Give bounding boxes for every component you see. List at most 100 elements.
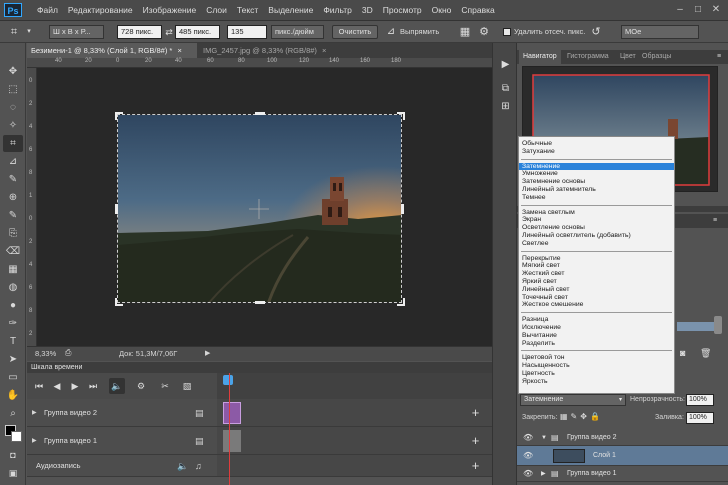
layer-row-group-2[interactable]: 👁 ▼ ▤ Группа видео 2 bbox=[517, 430, 728, 446]
eye-icon[interactable]: 👁 bbox=[523, 466, 533, 482]
swap-icon[interactable]: ⇄ bbox=[163, 24, 175, 40]
lasso-tool-icon[interactable]: ◌ bbox=[3, 99, 23, 116]
tab-color[interactable]: Цвет bbox=[616, 50, 640, 64]
quick-mask-icon[interactable]: ◘ bbox=[3, 447, 23, 464]
menu-type[interactable]: Текст bbox=[232, 0, 263, 21]
track-area-video-1[interactable] bbox=[217, 427, 459, 455]
clone-stamp-tool-icon[interactable]: ✎ bbox=[3, 207, 23, 224]
crop-handle-bottom[interactable] bbox=[255, 301, 265, 304]
properties-icon[interactable]: ⊞ bbox=[497, 99, 514, 115]
add-media-button[interactable]: + bbox=[459, 399, 492, 427]
panel-menu-icon[interactable]: ≡ bbox=[713, 50, 725, 64]
blend-option[interactable]: Мягкий свет bbox=[519, 262, 674, 270]
tab-histogram[interactable]: Гистограмма bbox=[563, 50, 613, 64]
expand-arrow-icon[interactable]: ▶ bbox=[32, 399, 37, 427]
canvas-photo[interactable] bbox=[117, 114, 402, 303]
blend-option[interactable]: Линейный затемнитель bbox=[519, 186, 674, 194]
zoom-level[interactable]: 8,33% bbox=[35, 349, 56, 358]
blend-option[interactable]: Экран bbox=[519, 216, 674, 224]
layer-row-group-1[interactable]: 👁 ▶ ▤ Группа видео 1 bbox=[517, 466, 728, 482]
blend-option[interactable]: Исключение bbox=[519, 324, 674, 332]
camera-icon[interactable]: ◙ bbox=[680, 348, 685, 358]
menu-view[interactable]: Просмотр bbox=[378, 0, 427, 21]
first-frame-icon[interactable]: ⏮ bbox=[31, 378, 47, 394]
close-tab-icon[interactable]: × bbox=[322, 46, 326, 55]
hand-tool-icon[interactable]: ✋ bbox=[3, 387, 23, 404]
fill-field[interactable]: 100% bbox=[686, 412, 714, 424]
opacity-field[interactable]: 100% bbox=[686, 394, 714, 406]
blend-option[interactable]: Цветность bbox=[519, 370, 674, 378]
resolution-field[interactable]: 135 bbox=[227, 25, 267, 39]
tab-swatches[interactable]: Образцы bbox=[638, 50, 675, 64]
crop-handle-br[interactable] bbox=[397, 298, 405, 306]
audio-mute-icon[interactable]: 🔈 bbox=[109, 378, 125, 394]
crop-handle-top[interactable] bbox=[255, 112, 265, 115]
workspace-select[interactable]: МОе bbox=[621, 25, 699, 39]
menu-help[interactable]: Справка bbox=[456, 0, 499, 21]
close-window-icon[interactable]: ✕ bbox=[708, 3, 724, 17]
delete-cropped-checkbox[interactable] bbox=[503, 28, 511, 36]
minimize-icon[interactable]: – bbox=[672, 3, 688, 17]
prev-frame-icon[interactable]: ◀ bbox=[49, 378, 65, 394]
track-area-audio[interactable] bbox=[217, 455, 459, 477]
pen-tool-icon[interactable]: ✑ bbox=[3, 315, 23, 332]
marquee-tool-icon[interactable]: ⬚ bbox=[3, 81, 23, 98]
track-audio[interactable]: Аудиозапись 🔈 ♫ bbox=[27, 455, 217, 477]
resolution-unit-select[interactable]: пикс./дюйм bbox=[271, 25, 324, 39]
timeline-settings-gear-icon[interactable]: ⚙ bbox=[133, 378, 149, 394]
blend-option[interactable]: Яркий свет bbox=[519, 278, 674, 286]
track-area-video-2[interactable] bbox=[217, 399, 459, 427]
path-selection-tool-icon[interactable]: ➤ bbox=[3, 351, 23, 368]
straighten-icon[interactable]: ⊿ bbox=[384, 24, 398, 40]
overlay-grid-icon[interactable]: ▦ bbox=[457, 24, 473, 40]
screen-mode-icon[interactable]: ▣ bbox=[3, 465, 23, 482]
ratio-select[interactable]: Ш x В x Р... bbox=[49, 25, 104, 39]
speaker-icon[interactable]: 🔈 bbox=[177, 455, 188, 477]
blur-tool-icon[interactable]: ◍ bbox=[3, 279, 23, 296]
film-icon[interactable]: ▤ bbox=[195, 399, 204, 427]
scrollbar-thumb[interactable] bbox=[714, 316, 722, 334]
maximize-icon[interactable]: □ bbox=[690, 3, 706, 17]
track-video-group-1[interactable]: ▶ Группа видео 1 ▤ bbox=[27, 427, 217, 455]
blend-option-selected[interactable]: Затемнение bbox=[519, 162, 674, 171]
blend-option[interactable]: Разделить bbox=[519, 340, 674, 348]
export-icon[interactable]: ⎙ bbox=[65, 348, 71, 358]
crop-handle-left[interactable] bbox=[115, 204, 118, 214]
menu-window[interactable]: Окно bbox=[427, 0, 457, 21]
add-audio-button[interactable]: + bbox=[459, 455, 492, 477]
history-icon[interactable]: ⧉ bbox=[497, 81, 514, 97]
brush-tool-icon[interactable]: ⊕ bbox=[3, 189, 23, 206]
play-actions-icon[interactable]: ▶ bbox=[497, 57, 514, 73]
trash-icon[interactable]: 🗑 bbox=[700, 348, 711, 359]
blend-option[interactable]: Жесткий свет bbox=[519, 270, 674, 278]
zoom-tool-icon[interactable]: ⌕ bbox=[3, 405, 23, 422]
blend-option[interactable]: Линейный свет bbox=[519, 286, 674, 294]
tab-active-document[interactable]: Безимени-1 @ 8,33% (Слой 1, RGB/8#) * × bbox=[27, 43, 197, 58]
timeline-ruler[interactable] bbox=[217, 373, 492, 399]
blend-option[interactable]: Разница bbox=[519, 316, 674, 324]
film-icon[interactable]: ▤ bbox=[195, 427, 204, 455]
move-tool-icon[interactable]: ✥ bbox=[3, 63, 23, 80]
menu-edit[interactable]: Редактирование bbox=[63, 0, 138, 21]
layers-menu-icon[interactable]: ≡ bbox=[713, 214, 717, 228]
video-clip[interactable] bbox=[223, 402, 241, 424]
healing-brush-tool-icon[interactable]: ✎ bbox=[3, 171, 23, 188]
blend-option[interactable]: Насыщенность bbox=[519, 362, 674, 370]
expand-arrow-icon[interactable]: ▼ bbox=[541, 430, 547, 446]
blend-mode-select[interactable]: Затемнение ▾ bbox=[520, 394, 626, 406]
crop-tool-icon[interactable]: ⌗ bbox=[4, 24, 24, 40]
menu-filter[interactable]: Фильтр bbox=[318, 0, 357, 21]
blend-option[interactable]: Цветовой тон bbox=[519, 354, 674, 362]
blend-option[interactable]: Темнее bbox=[519, 194, 674, 202]
blend-mode-dropdown[interactable]: Обычные Затухание Затемнение Умножение З… bbox=[518, 136, 675, 394]
blend-option[interactable]: Осветление основы bbox=[519, 224, 674, 232]
eraser-tool-icon[interactable]: ⌫ bbox=[3, 243, 23, 260]
next-frame-icon[interactable]: ⏭ bbox=[85, 378, 101, 394]
add-media-button[interactable]: + bbox=[459, 427, 492, 455]
blend-option[interactable]: Яркость bbox=[519, 378, 674, 386]
crop-width-field[interactable]: 728 пикс. bbox=[117, 25, 162, 39]
expand-arrow-icon[interactable]: ▶ bbox=[541, 466, 546, 482]
crop-handle-tl[interactable] bbox=[115, 112, 123, 120]
eye-icon[interactable]: 👁 bbox=[523, 430, 533, 446]
quick-select-tool-icon[interactable]: ✧ bbox=[3, 117, 23, 134]
